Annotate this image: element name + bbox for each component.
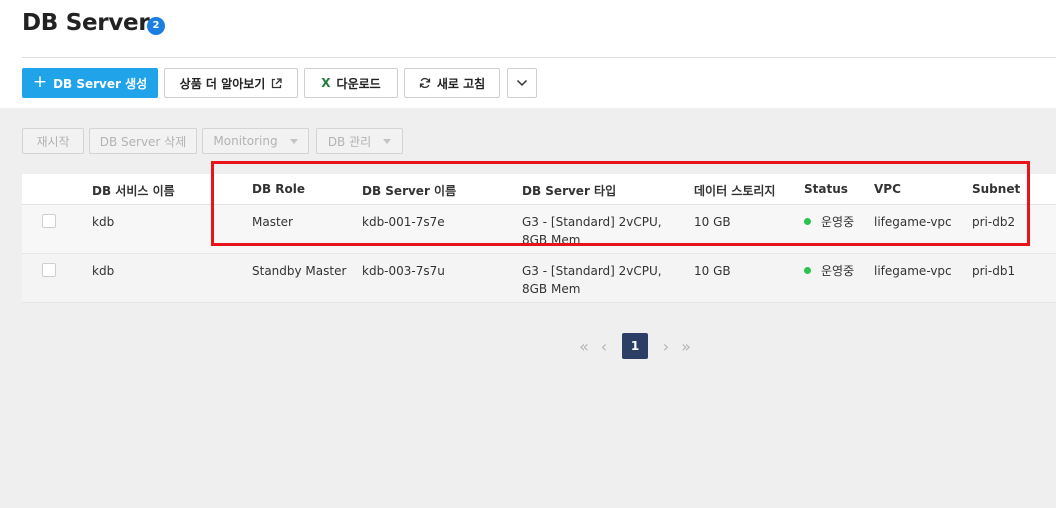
row-checkbox[interactable]: [42, 263, 56, 277]
download-label: 다운로드: [336, 76, 381, 91]
create-db-server-label: DB Server 생성: [53, 76, 148, 91]
status-text: 운영중: [821, 215, 855, 229]
status-running-icon: [804, 267, 811, 274]
col-server-name[interactable]: DB Server 이름: [362, 182, 456, 199]
cell-service-name: kdb: [92, 264, 115, 278]
cell-status: 운영중: [804, 213, 854, 231]
table-row[interactable]: kdb Standby Master kdb-003-7s7u G3 - [St…: [22, 254, 1056, 303]
cell-service-name: kdb: [92, 215, 115, 229]
caret-down-icon: [289, 138, 298, 144]
refresh-button[interactable]: 새로 고침: [404, 68, 500, 98]
cell-role: Master: [252, 215, 293, 229]
status-running-icon: [804, 218, 811, 225]
cell-vpc: lifegame-vpc: [874, 264, 952, 278]
col-server-type[interactable]: DB Server 타입: [522, 182, 616, 199]
col-subnet[interactable]: Subnet: [972, 182, 1020, 196]
monitoring-label: Monitoring: [213, 134, 278, 148]
col-service-name[interactable]: DB 서비스 이름: [92, 182, 175, 199]
cell-server-name[interactable]: kdb-001-7s7e: [362, 213, 445, 231]
col-status[interactable]: Status: [804, 182, 848, 196]
col-storage[interactable]: 데이터 스토리지: [694, 182, 775, 199]
table-row[interactable]: kdb Master kdb-001-7s7e G3 - [Standard] …: [22, 205, 1056, 254]
learn-more-label: 상품 더 알아보기: [179, 76, 266, 91]
external-link-icon: [271, 77, 282, 89]
page-header: DB Server 2 + DB Server 생성 상품 더 알아보기 X 다…: [0, 0, 1056, 108]
cell-subnet: pri-db2: [972, 215, 1016, 229]
delete-label: DB Server 삭제: [99, 134, 187, 149]
download-button[interactable]: X 다운로드: [304, 68, 398, 98]
caret-down-icon: [383, 138, 392, 144]
cell-role: Standby Master: [252, 264, 347, 278]
next-page-icon[interactable]: ›: [656, 333, 676, 359]
db-server-table: DB 서비스 이름 DB Role DB Server 이름 DB Server…: [22, 174, 1056, 303]
monitoring-dropdown[interactable]: Monitoring: [202, 128, 309, 154]
refresh-label: 새로 고침: [436, 76, 486, 91]
delete-db-server-button[interactable]: DB Server 삭제: [89, 128, 197, 154]
col-vpc[interactable]: VPC: [874, 182, 901, 196]
cell-storage: 10 GB: [694, 264, 731, 278]
prev-page-icon[interactable]: ‹: [594, 333, 614, 359]
cell-storage: 10 GB: [694, 215, 731, 229]
page-title: DB Server: [22, 10, 150, 36]
restart-button[interactable]: 재시작: [22, 128, 84, 154]
cell-subnet: pri-db1: [972, 264, 1016, 278]
learn-more-button[interactable]: 상품 더 알아보기: [164, 68, 298, 98]
db-manage-dropdown[interactable]: DB 관리: [316, 128, 403, 154]
create-db-server-button[interactable]: + DB Server 생성: [22, 68, 158, 98]
refresh-icon: [419, 77, 431, 89]
restart-label: 재시작: [36, 134, 70, 149]
cell-server-type: G3 - [Standard] 2vCPU, 8GB Mem: [522, 264, 662, 296]
page-number-current[interactable]: 1: [622, 333, 648, 359]
cell-server-name[interactable]: kdb-003-7s7u: [362, 262, 445, 280]
plus-icon: +: [32, 72, 48, 92]
first-page-icon[interactable]: «: [574, 333, 594, 359]
cell-status: 운영중: [804, 262, 854, 280]
col-role[interactable]: DB Role: [252, 182, 305, 196]
header-divider: [22, 57, 1056, 58]
cell-server-type: G3 - [Standard] 2vCPU, 8GB Mem: [522, 215, 662, 247]
row-checkbox[interactable]: [42, 214, 56, 228]
status-text: 운영중: [821, 264, 855, 278]
db-manage-label: DB 관리: [327, 134, 372, 149]
chevron-down-icon: [516, 79, 528, 87]
table-header: DB 서비스 이름 DB Role DB Server 이름 DB Server…: [22, 174, 1056, 205]
last-page-icon[interactable]: »: [676, 333, 696, 359]
more-options-button[interactable]: [507, 68, 537, 98]
pagination: « ‹ 1 › »: [574, 333, 696, 359]
cell-vpc: lifegame-vpc: [874, 215, 952, 229]
count-badge: 2: [147, 17, 165, 35]
excel-icon: X: [321, 76, 331, 90]
